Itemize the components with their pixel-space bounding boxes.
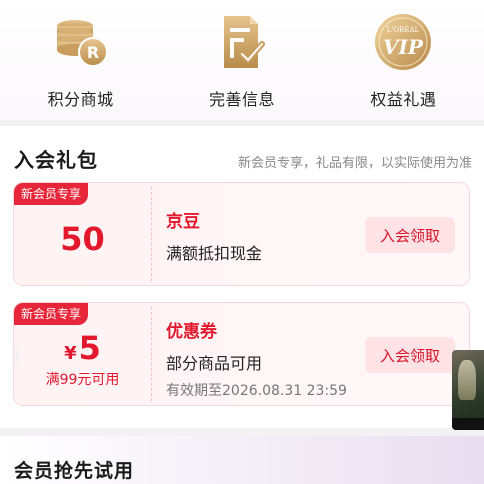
discount-coupon: 新会员专享 ¥5 满99元可用 优惠券 部分商品可用 有效期至2026.08.3…: [13, 302, 470, 406]
document-check-icon: [223, 16, 265, 68]
coins-icon: R: [56, 20, 108, 67]
section-title: 入会礼包: [14, 148, 98, 172]
menu-label: 完善信息: [208, 90, 275, 109]
section-note: 新会员专享，礼品有限，以实际使用为准: [237, 156, 472, 171]
coupon-name: 优惠券: [166, 322, 217, 342]
join-claim-button[interactable]: 入会领取: [365, 337, 455, 373]
member-benefits-entry[interactable]: L'ORÉAL VIP 权益礼遇: [323, 0, 484, 120]
coupon-desc: 部分商品可用: [166, 354, 263, 373]
svg-text:R: R: [86, 43, 98, 62]
coupon-amount: 50: [60, 220, 105, 258]
product-image: [458, 360, 476, 400]
member-trial-section: 会员抢先试用: [0, 436, 484, 484]
currency-symbol: ¥: [64, 343, 77, 364]
thumbnail-strip: [452, 418, 484, 430]
coupon-expiry: 有效期至2026.08.31 23:59: [166, 383, 347, 399]
amount-number: 5: [78, 329, 101, 367]
points-mall-entry[interactable]: R 积分商城: [0, 0, 161, 120]
floating-promo-thumbnail[interactable]: [452, 350, 484, 430]
section-header: 入会礼包 新会员专享，礼品有限，以实际使用为准: [14, 144, 472, 173]
coupon-desc: 满额抵扣现金: [166, 244, 263, 263]
quick-menu: R 积分商城 完善信息 L'ORÉAL VIP 权益礼遇: [0, 0, 484, 120]
jingdou-coupon: 新会员专享 50 京豆 满额抵扣现金 入会领取: [13, 182, 470, 286]
coupon-divider: [151, 187, 152, 281]
svg-text:VIP: VIP: [383, 35, 424, 59]
menu-label: 权益礼遇: [370, 90, 437, 109]
coupon-name: 京豆: [166, 212, 200, 232]
coupon-body: 优惠券 部分商品可用 有效期至2026.08.31 23:59: [166, 317, 347, 400]
coupon-divider: [151, 307, 152, 401]
svg-text:L'ORÉAL: L'ORÉAL: [387, 25, 420, 34]
coupon-amount: ¥5: [64, 329, 101, 367]
coupon-value: ¥5 满99元可用: [14, 303, 151, 405]
join-claim-button[interactable]: 入会领取: [365, 217, 455, 253]
coupon-body: 京豆 满额抵扣现金: [166, 207, 262, 264]
menu-label: 积分商城: [47, 90, 114, 109]
coupon-value: 50: [14, 183, 151, 285]
complete-info-entry[interactable]: 完善信息: [161, 0, 322, 120]
coupon-condition: 满99元可用: [45, 372, 120, 388]
vip-badge-icon: L'ORÉAL VIP: [375, 14, 432, 70]
join-gift-section: 入会礼包 新会员专享，礼品有限，以实际使用为准 新会员专享 50 京豆 满额抵扣…: [0, 126, 484, 428]
section-title: 会员抢先试用: [14, 460, 135, 482]
